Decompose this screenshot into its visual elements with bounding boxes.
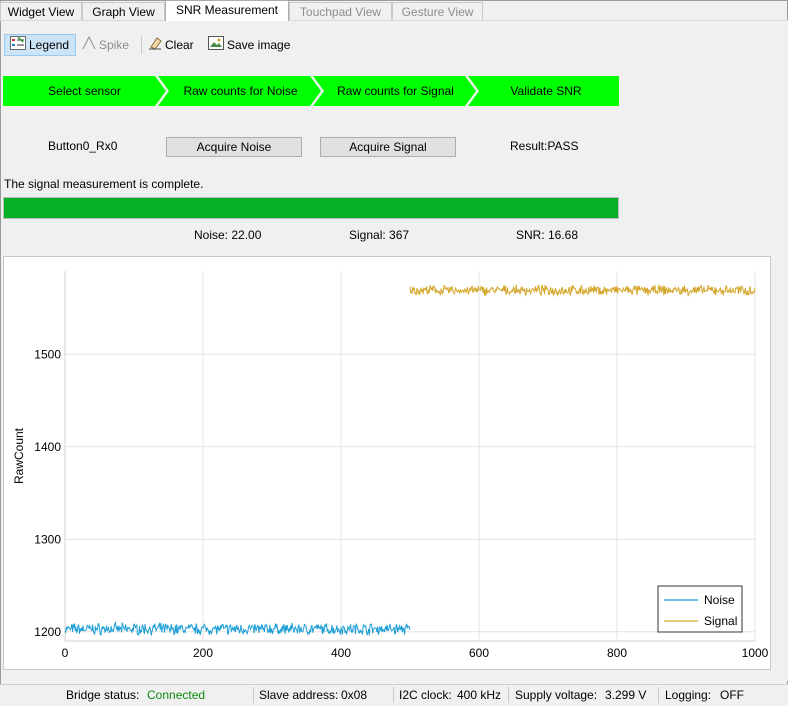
toolbar-separator xyxy=(141,36,142,54)
noise-value: Noise: 22.00 xyxy=(194,228,262,242)
i2c-clock-value: 400 kHz xyxy=(457,688,502,702)
y-tick-label: 1500 xyxy=(34,347,61,361)
y-tick-label: 1300 xyxy=(34,532,61,546)
status-bar: Bridge status: Connected Slave address: … xyxy=(0,684,788,706)
logging-value: OFF xyxy=(720,688,744,702)
clear-label: Clear xyxy=(165,38,194,52)
vertical-scrollbar[interactable] xyxy=(774,21,788,681)
result-label: Result:PASS xyxy=(510,139,579,153)
clear-button[interactable]: Clear xyxy=(148,34,200,56)
step-raw-counts-signal: Raw counts for Signal xyxy=(337,84,454,98)
sensor-name: Button0_Rx0 xyxy=(48,139,118,153)
tab-divider xyxy=(0,20,788,21)
status-separator xyxy=(393,687,394,703)
series-line-signal xyxy=(409,283,756,298)
snr-value: SNR: 16.68 xyxy=(516,228,579,242)
spike-button[interactable]: Spike xyxy=(82,34,140,56)
spike-icon xyxy=(82,35,96,57)
status-message: The signal measurement is complete. xyxy=(4,177,204,191)
status-separator xyxy=(508,687,509,703)
bridge-status-label: Bridge status: xyxy=(66,688,140,702)
i2c-clock-label: I2C clock: xyxy=(399,688,452,702)
progress-bar xyxy=(3,197,619,219)
legend-entry: Noise xyxy=(704,593,735,607)
x-tick-label: 1000 xyxy=(742,646,769,660)
logging-label: Logging: xyxy=(665,688,712,702)
acquire-signal-button[interactable]: Acquire Signal xyxy=(320,137,456,157)
x-tick-label: 600 xyxy=(469,646,489,660)
signal-value: Signal: 367 xyxy=(349,228,410,242)
acquire-noise-button[interactable]: Acquire Noise xyxy=(166,137,302,157)
legend-entry: Signal xyxy=(704,614,737,628)
legend-icon xyxy=(10,35,26,56)
status-separator xyxy=(253,687,254,703)
supply-voltage-label: Supply voltage: xyxy=(515,688,598,702)
tab-graph-view[interactable]: Graph View xyxy=(82,2,165,20)
image-icon xyxy=(208,35,224,57)
tab-gesture-view: Gesture View xyxy=(392,2,483,20)
slave-address-label: Slave address: xyxy=(259,688,339,702)
supply-voltage-value: 3.299 V xyxy=(605,688,647,702)
slave-address-value: 0x08 xyxy=(341,688,368,702)
x-tick-label: 200 xyxy=(193,646,213,660)
status-separator xyxy=(658,687,659,703)
x-tick-label: 0 xyxy=(62,646,69,660)
x-tick-label: 800 xyxy=(607,646,627,660)
y-tick-label: 1400 xyxy=(34,440,61,454)
bridge-status-value: Connected xyxy=(147,688,206,702)
x-tick-label: 400 xyxy=(331,646,351,660)
tab-widget-view[interactable]: Widget View xyxy=(0,2,82,20)
rawcount-chart: 0 200 400 600 800 1000 1200 1300 1400 1500 RawCoun… xyxy=(12,271,769,660)
save-image-button[interactable]: Save image xyxy=(208,34,292,56)
step-validate-snr: Validate SNR xyxy=(510,84,582,98)
tab-touchpad-view: Touchpad View xyxy=(289,2,392,20)
step-raw-counts-noise: Raw counts for Noise xyxy=(183,84,298,98)
series-line-noise xyxy=(64,620,411,637)
y-axis-label: RawCount xyxy=(12,427,26,484)
legend-label: Legend xyxy=(29,38,70,52)
legend-button[interactable]: Legend xyxy=(4,34,76,56)
step-select-sensor: Select sensor xyxy=(48,84,121,98)
spike-label: Spike xyxy=(99,38,130,52)
tab-snr-measurement[interactable]: SNR Measurement xyxy=(165,0,289,21)
save-image-label: Save image xyxy=(227,38,291,52)
eraser-icon xyxy=(148,35,162,57)
chart-area: 0 200 400 600 800 1000 1200 1300 1400 1500 RawCoun… xyxy=(3,256,771,670)
y-tick-label: 1200 xyxy=(34,625,61,639)
tab-bar: Widget View Graph View SNR Measurement T… xyxy=(0,0,788,21)
progress-fill xyxy=(4,198,618,218)
